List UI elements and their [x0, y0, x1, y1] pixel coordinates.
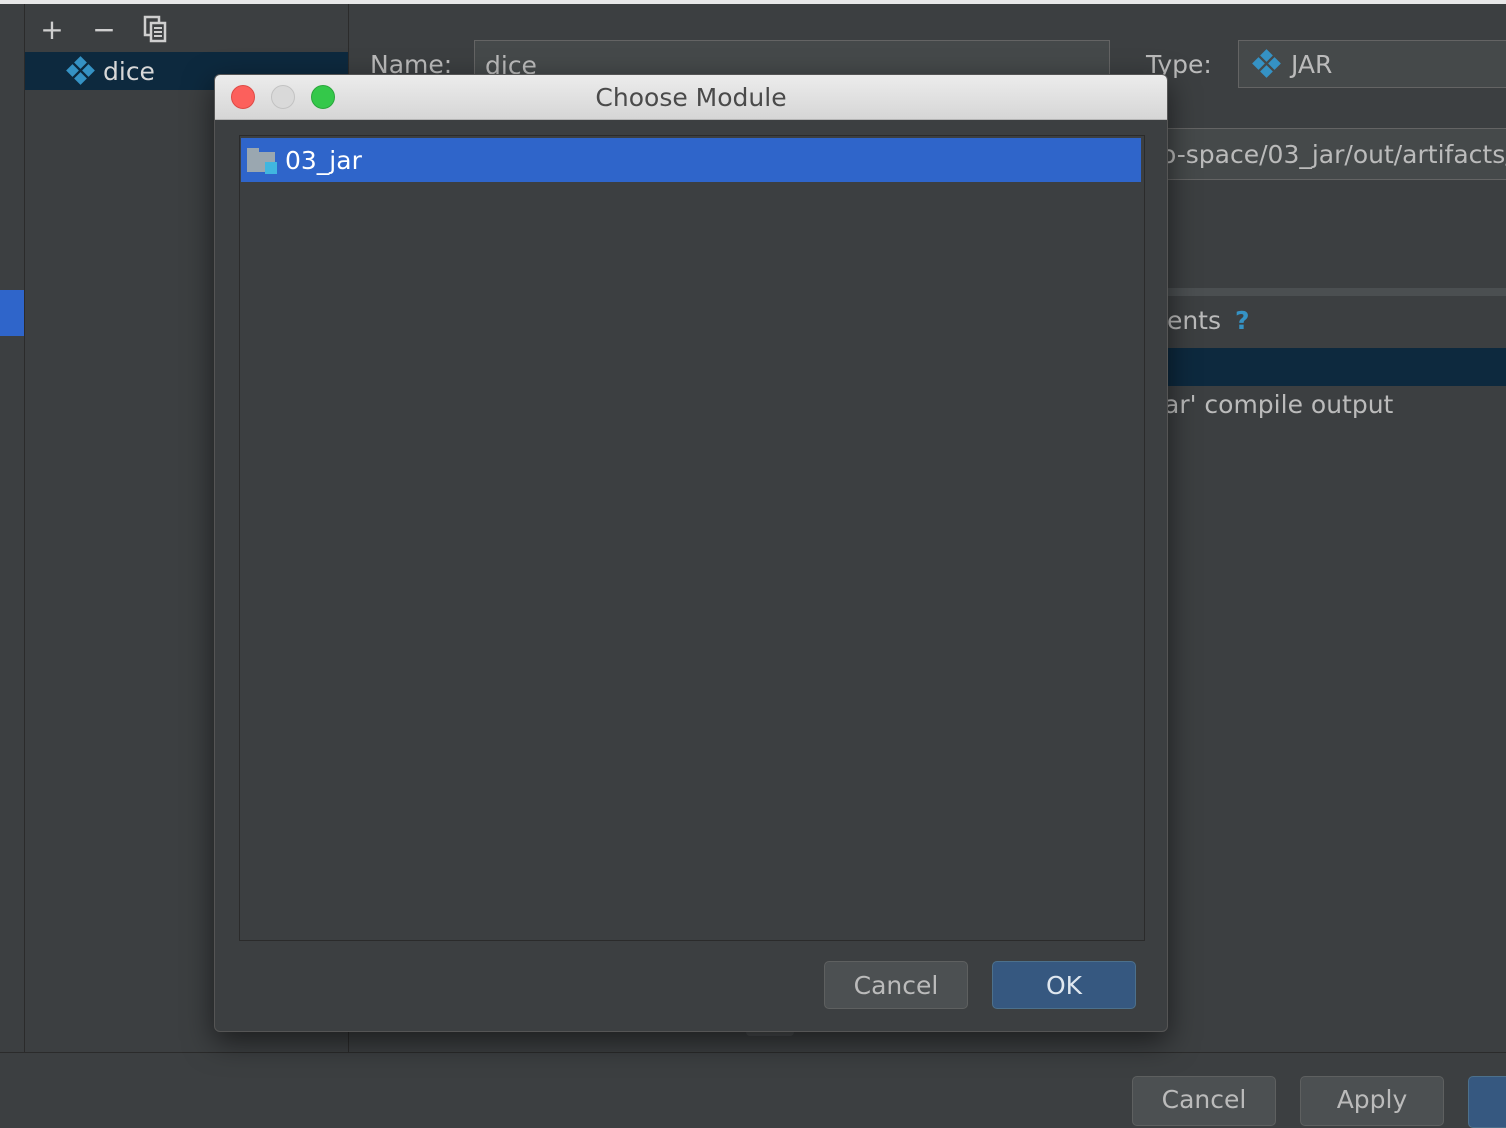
copy-icon-glyph [143, 15, 167, 43]
output-directory-field[interactable]: o-space/03_jar/out/artifacts/ [1160, 128, 1506, 180]
module-list[interactable]: 03_jar [239, 135, 1145, 941]
module-folder-icon [247, 146, 277, 174]
jar-artifact-icon [66, 56, 95, 85]
module-label: 03_jar [285, 145, 362, 175]
add-icon[interactable]: + [37, 13, 67, 46]
ok-button[interactable]: OK [992, 961, 1136, 1009]
help-icon[interactable]: ? [1235, 306, 1250, 335]
remove-icon[interactable]: − [89, 13, 119, 46]
splitter[interactable] [1160, 288, 1506, 296]
available-elements-label: ients? [1160, 306, 1250, 335]
project-cancel-button[interactable]: Cancel [1132, 1076, 1276, 1126]
elements-label-text: ients [1160, 306, 1221, 335]
module-item-03_jar[interactable]: 03_jar [241, 138, 1141, 182]
element-row-selected[interactable] [1160, 348, 1506, 386]
dialog-titlebar: Choose Module [215, 75, 1167, 120]
type-select[interactable]: JAR [1238, 40, 1506, 88]
apply-button[interactable]: Apply [1300, 1076, 1444, 1126]
compile-output-item[interactable]: ar' compile output [1164, 390, 1393, 419]
project-ok-button[interactable] [1468, 1076, 1506, 1128]
copy-icon[interactable] [141, 14, 171, 44]
left-edge-selection[interactable] [0, 290, 24, 336]
left-edge-panel [0, 4, 25, 1052]
dialog-title: Choose Module [595, 82, 787, 112]
choose-module-dialog: Choose Module 03_jar Cancel OK [214, 74, 1168, 1032]
cancel-button[interactable]: Cancel [824, 961, 968, 1009]
type-value: JAR [1291, 49, 1333, 79]
bottom-bar [0, 1052, 1506, 1109]
artifact-label: dice [103, 56, 155, 86]
jar-type-icon [1252, 49, 1281, 78]
